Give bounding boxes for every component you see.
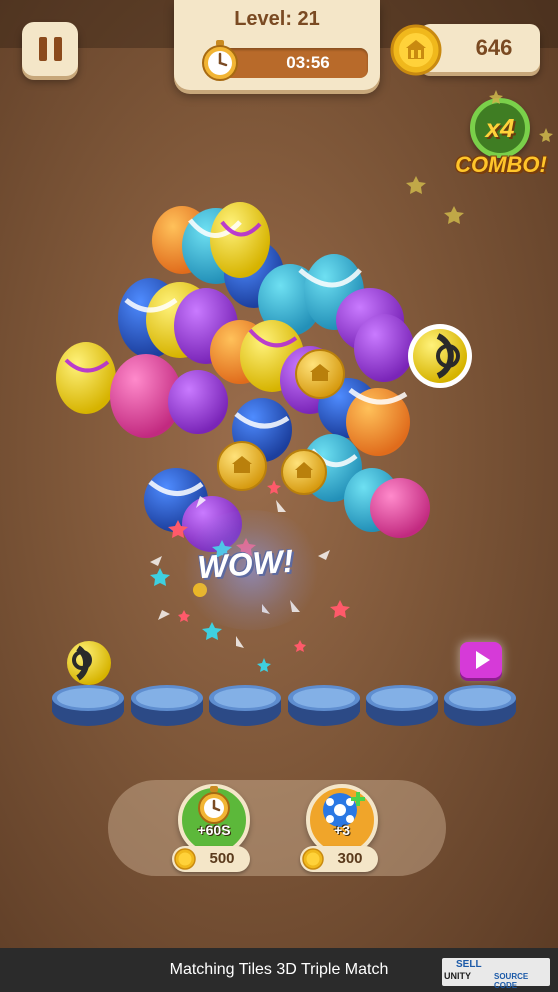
ball[interactable] — [210, 202, 270, 278]
booster-price: 300 — [337, 850, 363, 867]
watermark-logo: SELL UNITY SOURCE CODE — [442, 958, 550, 990]
play-icon — [475, 651, 490, 669]
add-time-booster[interactable]: +60S 500 — [172, 772, 254, 872]
ball[interactable] — [370, 478, 430, 538]
coin-icon — [281, 449, 327, 495]
coin-icon — [295, 349, 345, 399]
booster-label: +60S — [197, 822, 231, 838]
coin-icon — [217, 441, 267, 491]
star-decoration — [406, 90, 553, 224]
ball[interactable] — [168, 370, 228, 434]
coin-icon — [174, 848, 196, 870]
add-slot-booster[interactable]: +3 300 — [300, 772, 382, 872]
match-slots — [52, 684, 522, 730]
watch-ad-button[interactable] — [460, 642, 502, 678]
booster-price: 500 — [209, 850, 235, 867]
selected-ball[interactable] — [408, 324, 472, 388]
watermark-line3: SOURCE CODE — [494, 972, 529, 990]
wow-effect-text: WOW! — [196, 542, 295, 586]
booster-tray: +60S 500 +3 300 — [108, 780, 446, 876]
slot — [209, 685, 281, 726]
ball[interactable] — [56, 342, 116, 414]
slot — [52, 685, 124, 726]
stopwatch-icon — [198, 786, 230, 824]
coin-icon — [302, 848, 324, 870]
slot — [366, 685, 438, 726]
slot — [288, 685, 360, 726]
watermark-line1: SELL — [456, 959, 482, 970]
slot — [444, 685, 516, 726]
footer-bar: Matching Tiles 3D Triple Match SELL UNIT… — [0, 948, 558, 992]
slot — [131, 685, 203, 726]
waiting-ball[interactable] — [64, 638, 114, 688]
price-pill: 300 — [300, 846, 378, 872]
price-pill: 500 — [172, 846, 250, 872]
watermark-line2: UNITY — [444, 971, 471, 981]
ball[interactable] — [354, 314, 414, 382]
booster-label: +3 — [334, 822, 350, 838]
